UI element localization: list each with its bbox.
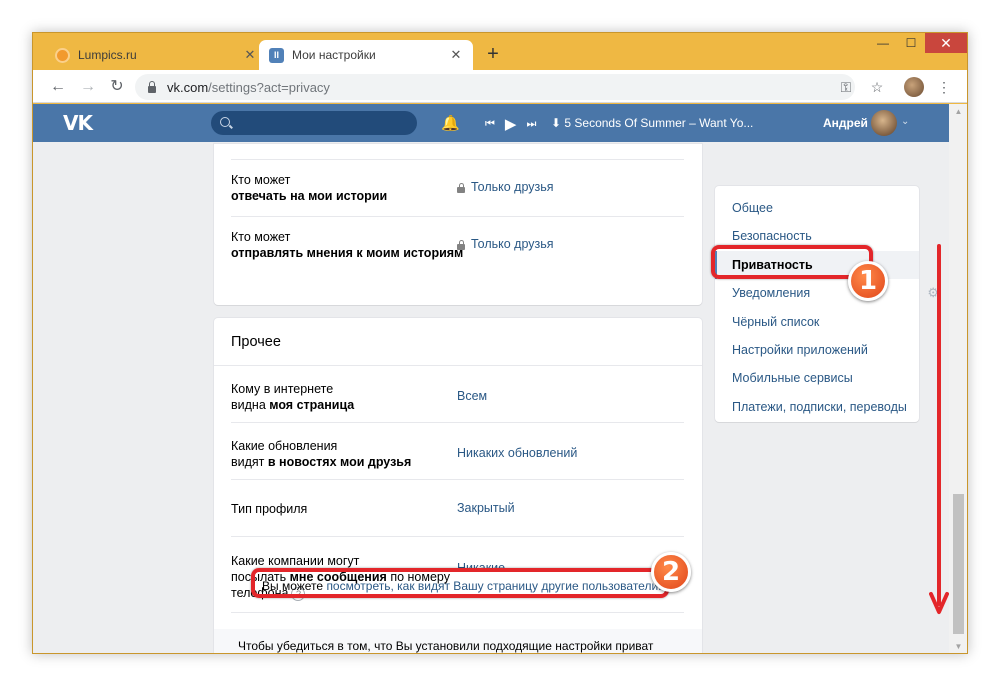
user-avatar[interactable] bbox=[871, 110, 897, 136]
table-row: Кто может отправлять мнения к моим истори… bbox=[231, 217, 684, 274]
address-bar[interactable]: vk.com/settings?act=privacy bbox=[135, 74, 855, 100]
browser-toolbar: ← → ↻ vk.com/settings?act=privacy ⚿ ☆ ⋮ bbox=[33, 70, 967, 103]
footnote-text: Чтобы убедиться в том, что Вы установили… bbox=[238, 639, 654, 653]
vk-header: VK 🔔 ⏮ ▶ ⏭ ⬇ 5 Seconds Of Summer – Want … bbox=[33, 104, 949, 142]
settings-menu: Общее Безопасность Приватность Уведомлен… bbox=[715, 186, 939, 422]
tab-lumpics[interactable]: Lumpics.ru ✕ bbox=[45, 40, 267, 70]
previous-track-icon[interactable]: ⏮ bbox=[485, 118, 495, 131]
window-close-button[interactable]: ✕ bbox=[925, 33, 967, 53]
chevron-down-icon[interactable]: ⌄ bbox=[901, 116, 909, 127]
row-label: Тип профиля bbox=[231, 502, 308, 516]
menu-item-mobile-services[interactable]: Мобильные сервисы bbox=[715, 364, 919, 392]
tab-close-icon[interactable]: ✕ bbox=[449, 47, 463, 63]
row-label: Кто может отправлять мнения к моим истори… bbox=[231, 230, 464, 260]
new-tab-button[interactable]: + bbox=[483, 43, 503, 65]
privacy-value-link[interactable]: Закрытый bbox=[457, 501, 515, 515]
table-row: Какие обновления видят в новостях мои дру… bbox=[231, 423, 684, 480]
search-icon bbox=[220, 117, 230, 127]
lock-icon[interactable] bbox=[147, 81, 157, 93]
title-bar: Lumpics.ru ✕ II Мои настройки ✕ + — ☐ ✕ bbox=[33, 33, 967, 70]
step-badge-2: 2 bbox=[651, 552, 691, 592]
lock-icon bbox=[457, 239, 465, 250]
menu-item-payments[interactable]: Платежи, подписки, переводы bbox=[715, 393, 919, 421]
page-scrollbar[interactable]: ▲ ▼ bbox=[949, 104, 967, 653]
browser-window: Lumpics.ru ✕ II Мои настройки ✕ + — ☐ ✕ … bbox=[32, 32, 968, 654]
vk-favicon-icon: II bbox=[269, 47, 284, 63]
table-row: Кому в интернете видна моя страница Всем bbox=[231, 366, 684, 423]
table-row: Кто может отвечать на мои истории Только … bbox=[231, 160, 684, 217]
reload-button[interactable]: ↻ bbox=[106, 76, 128, 98]
privacy-value-link[interactable]: Всем bbox=[457, 389, 487, 403]
menu-item-notifications[interactable]: Уведомления ⚙ bbox=[715, 279, 939, 307]
vk-logo[interactable]: VK bbox=[63, 111, 93, 135]
other-settings-card: Прочее Кому в интернете видна моя страниц… bbox=[214, 318, 702, 653]
minimize-button[interactable]: — bbox=[869, 33, 897, 53]
scrollbar-thumb[interactable] bbox=[953, 494, 964, 634]
forward-button[interactable]: → bbox=[77, 76, 99, 98]
audio-player-controls: ⏮ ▶ ⏭ bbox=[485, 115, 536, 133]
privacy-value-link[interactable]: Только друзья bbox=[457, 180, 554, 194]
privacy-footnote: Чтобы убедиться в том, что Вы установили… bbox=[214, 629, 702, 653]
lumpics-favicon-icon bbox=[55, 47, 70, 63]
user-name[interactable]: Андрей bbox=[823, 116, 868, 130]
privacy-value-link[interactable]: Только друзья bbox=[457, 237, 554, 251]
scroll-up-icon[interactable]: ▲ bbox=[949, 104, 967, 120]
menu-item-blacklist[interactable]: Чёрный список bbox=[715, 308, 919, 336]
lock-icon bbox=[457, 182, 465, 193]
menu-item-general[interactable]: Общее bbox=[715, 194, 919, 222]
tab-label: Мои настройки bbox=[292, 48, 376, 62]
browser-profile-avatar[interactable] bbox=[904, 77, 924, 97]
scroll-down-arrow-icon bbox=[929, 244, 949, 614]
section-header: Прочее bbox=[214, 318, 702, 366]
menu-item-app-settings[interactable]: Настройки приложений bbox=[715, 336, 919, 364]
vk-search-input[interactable] bbox=[211, 111, 417, 135]
privacy-value-link[interactable]: Никаких обновлений bbox=[457, 446, 577, 460]
scroll-down-icon[interactable]: ▼ bbox=[949, 639, 967, 653]
play-icon[interactable]: ▶ bbox=[505, 115, 517, 133]
row-label: Кто может отвечать на мои истории bbox=[231, 173, 388, 203]
bookmark-star-icon[interactable]: ☆ bbox=[868, 78, 886, 96]
view-link-highlight-box bbox=[251, 568, 669, 598]
current-track-title[interactable]: ⬇ 5 Seconds Of Summer – Want Yo... bbox=[551, 116, 753, 130]
privacy-settings-card: Кто может отвечать на мои истории Только … bbox=[214, 144, 702, 305]
table-row: Тип профиля Закрытый bbox=[231, 480, 684, 537]
window-controls: — ☐ ✕ bbox=[869, 33, 967, 55]
row-label: Кому в интернете видна моя страница bbox=[231, 382, 355, 412]
tab-label: Lumpics.ru bbox=[78, 48, 137, 62]
page-viewport: VK 🔔 ⏮ ▶ ⏭ ⬇ 5 Seconds Of Summer – Want … bbox=[33, 104, 949, 653]
tab-my-settings[interactable]: II Мои настройки ✕ bbox=[259, 40, 473, 70]
browser-menu-icon[interactable]: ⋮ bbox=[935, 78, 953, 96]
tab-close-icon[interactable]: ✕ bbox=[243, 47, 257, 63]
maximize-button[interactable]: ☐ bbox=[897, 33, 925, 53]
row-label: Какие обновления видят в новостях мои дру… bbox=[231, 439, 412, 469]
key-icon[interactable]: ⚿ bbox=[837, 78, 855, 96]
back-button[interactable]: ← bbox=[47, 76, 69, 98]
url-host: vk.com bbox=[167, 79, 209, 95]
url-path: /settings?act=privacy bbox=[208, 79, 330, 95]
row-divider-top bbox=[231, 144, 684, 160]
step-badge-1: 1 bbox=[848, 261, 888, 301]
section-title: Прочее bbox=[231, 334, 281, 350]
next-track-icon[interactable]: ⏭ bbox=[526, 118, 536, 131]
notifications-bell-icon[interactable]: 🔔 bbox=[441, 114, 460, 132]
